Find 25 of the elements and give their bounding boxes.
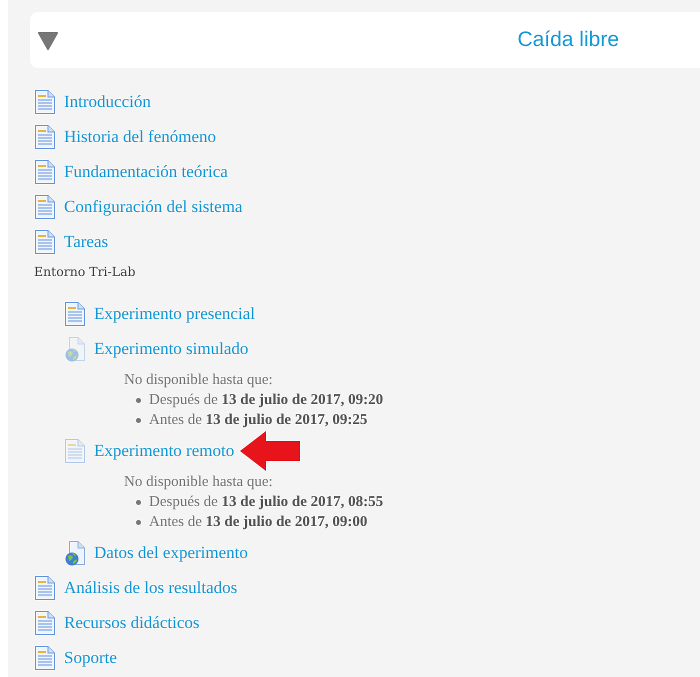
section-label: Entorno Tri-Lab bbox=[34, 263, 137, 281]
activity-link[interactable]: Experimento simulado bbox=[94, 338, 248, 358]
activity-link[interactable]: Historia del fenómeno bbox=[64, 126, 216, 146]
restriction-heading: No disponible hasta que: bbox=[124, 474, 273, 490]
activity-link[interactable]: Tareas bbox=[64, 232, 108, 252]
activity-link[interactable]: Fundamentación teórica bbox=[64, 162, 228, 182]
restriction-condition: Antes de 13 de julio de 2017, 09:00 bbox=[149, 514, 368, 530]
restriction-condition: Antes de 13 de julio de 2017, 09:25 bbox=[149, 412, 368, 428]
bullet-icon bbox=[136, 418, 141, 422]
section-title[interactable]: Caída libre bbox=[517, 28, 619, 52]
activity-link[interactable]: Configuración del sistema bbox=[64, 196, 242, 216]
collapse-toggle-icon[interactable] bbox=[38, 30, 58, 50]
restriction-condition: Después de 13 de julio de 2017, 08:55 bbox=[149, 494, 384, 510]
bullet-icon bbox=[136, 398, 141, 402]
activity-link[interactable]: Experimento presencial bbox=[94, 304, 255, 324]
activity-link[interactable]: Análisis de los resultados bbox=[64, 578, 238, 598]
restriction-condition: Después de 13 de julio de 2017, 09:20 bbox=[149, 392, 384, 408]
activity-link[interactable]: Soporte bbox=[64, 648, 117, 668]
activity-link[interactable]: Recursos didácticos bbox=[64, 612, 200, 632]
restriction-heading: No disponible hasta que: bbox=[124, 372, 273, 388]
activity-link[interactable]: Experimento remoto bbox=[94, 440, 234, 460]
bullet-icon bbox=[136, 500, 141, 504]
activity-link[interactable]: Datos del experimento bbox=[94, 542, 248, 562]
bullet-icon bbox=[136, 520, 141, 524]
activity-link[interactable]: Introducción bbox=[64, 92, 151, 112]
